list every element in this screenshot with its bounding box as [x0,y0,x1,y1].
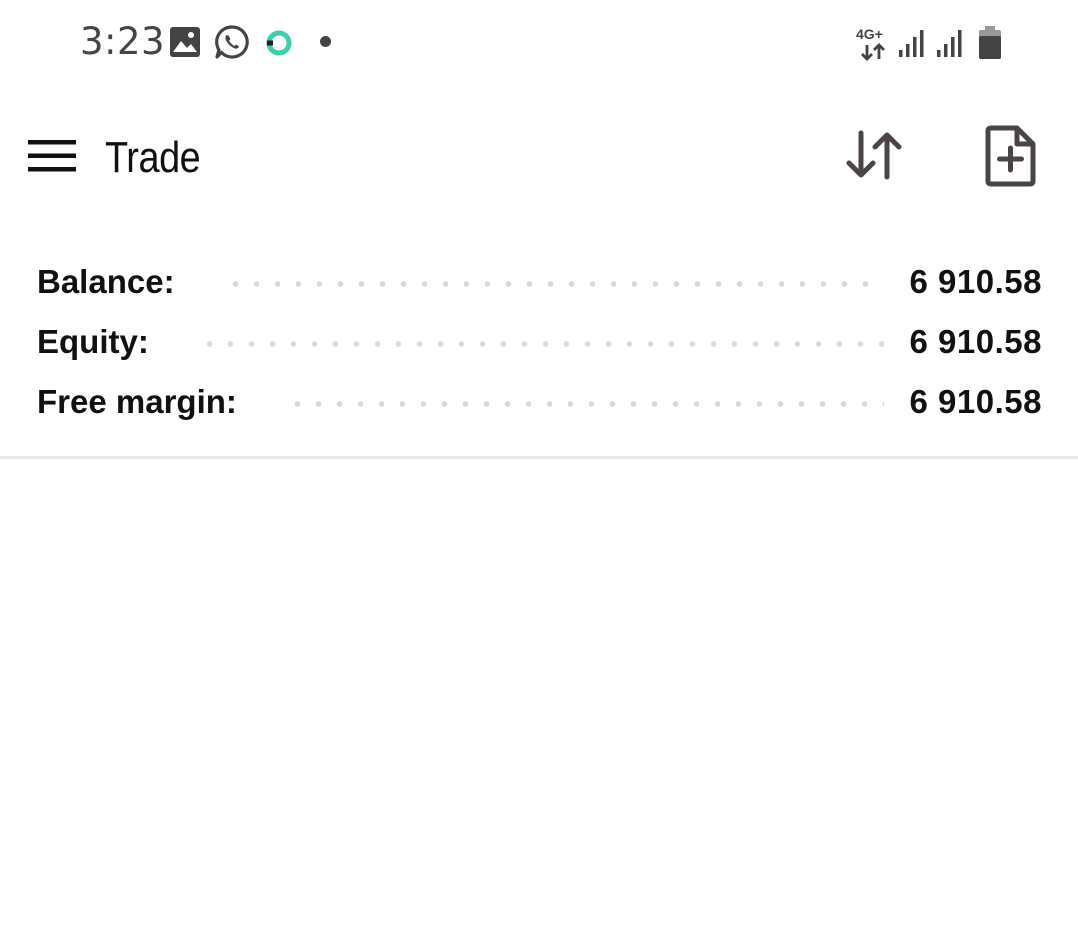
dot-leader [286,401,884,407]
free-margin-value: 6 910.58 [909,383,1042,420]
balance-row: Balance: 6 910.58 [37,252,1042,312]
app-bar: Trade [0,100,1078,216]
signal-icon [898,28,928,63]
dot-leader [198,341,884,347]
equity-row: Equity: 6 910.58 [37,312,1042,372]
battery-icon [978,26,1002,65]
signal-icon [936,28,966,63]
status-bar: 3:23 4G+ [0,0,1078,86]
sort-button[interactable] [838,122,914,192]
whatsapp-icon [214,24,250,65]
network-4g-icon: 4G+ [856,26,890,62]
free-margin-label: Free margin: [37,383,237,420]
free-margin-row: Free margin: 6 910.58 [37,372,1042,432]
menu-button[interactable] [20,126,84,190]
account-summary: Balance: 6 910.58 Equity: 6 910.58 Free … [0,252,1078,459]
balance-label: Balance: [37,263,175,300]
sort-arrows-icon [845,129,907,186]
status-time: 3:23 [80,20,166,63]
balance-value: 6 910.58 [909,263,1042,300]
dot-leader [224,281,884,287]
new-order-button[interactable] [976,120,1046,196]
file-plus-icon [985,125,1037,192]
equity-value: 6 910.58 [909,323,1042,360]
hamburger-menu-icon [28,139,76,178]
page-title: Trade [105,133,201,182]
gallery-icon [169,26,201,63]
sync-ring-icon [264,28,294,63]
notification-dot-icon [320,36,331,47]
equity-label: Equity: [37,323,149,360]
